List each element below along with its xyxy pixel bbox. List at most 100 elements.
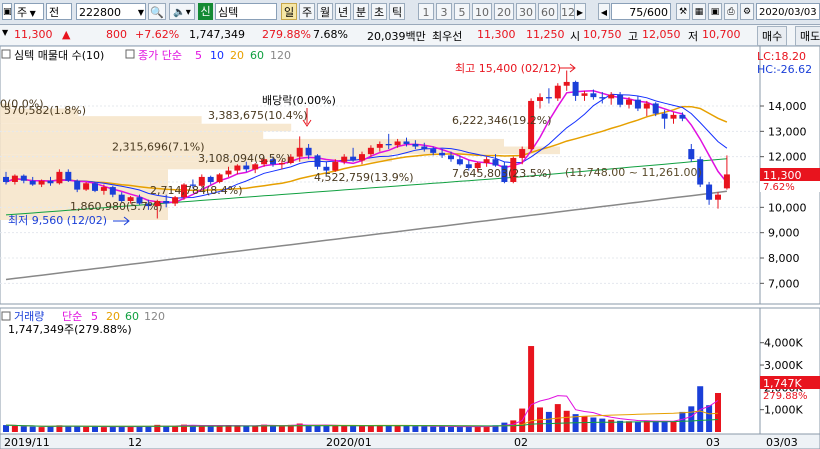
interval-scroll-button[interactable]: ▶	[574, 3, 586, 20]
candle-body	[430, 149, 437, 153]
volume-bar	[634, 421, 641, 432]
candle-body	[652, 103, 659, 114]
search-button[interactable]: 🔍	[148, 3, 166, 20]
speaker-icon: 🔈▾	[173, 7, 191, 18]
interval-button-3[interactable]: 10	[472, 3, 492, 20]
candle-body	[29, 180, 36, 185]
volume-bar	[501, 422, 508, 432]
interval-button-6[interactable]: 60	[538, 3, 558, 20]
period-button-2[interactable]: 월	[317, 3, 333, 20]
chart-icon: ▦	[694, 7, 704, 17]
ma-20: 20	[230, 49, 244, 62]
volume-ma-120: 120	[144, 310, 165, 323]
print-icon: ⎙	[727, 7, 735, 17]
chart-area[interactable]: 0(0.0%) 570,582(1.8%) 2,315,696(7.1%) 3,383…	[0, 46, 820, 449]
interval-button-4[interactable]: 20	[494, 3, 514, 20]
candle-body	[172, 197, 179, 204]
price-volume-chart[interactable]: 0(0.0%)570,582(1.8%)2,315,696(7.1%)3,383…	[0, 46, 820, 449]
volume-bar	[109, 426, 116, 432]
volume-bar	[688, 406, 695, 432]
interval-button-1[interactable]: 3	[436, 3, 452, 20]
volume-bar	[172, 426, 179, 432]
candle-body	[65, 171, 72, 181]
volume-bar	[65, 425, 72, 432]
candle-body	[626, 99, 632, 105]
lc-label: LC:18.20	[757, 50, 806, 63]
settings-button[interactable]: ⚙	[740, 3, 754, 20]
chart-button[interactable]: ▦	[692, 3, 706, 20]
volume-tag-text: 1,747K	[763, 377, 802, 390]
current-price: 11,300	[14, 28, 53, 41]
volume-bar	[421, 426, 428, 432]
volume-bar	[661, 421, 668, 432]
price-tick-label: 10,000	[768, 201, 807, 214]
tool-button[interactable]: ⚒	[676, 3, 690, 20]
legend-checkbox[interactable]	[1, 49, 11, 59]
volume-bar	[465, 426, 472, 432]
interval-button-5[interactable]: 30	[516, 3, 536, 20]
sound-button[interactable]: 🔈▾	[169, 3, 195, 20]
prev-button[interactable]: ◀	[598, 3, 610, 20]
volume-legend-checkbox[interactable]	[1, 311, 11, 321]
period-button-0[interactable]: 일	[281, 3, 297, 20]
candle-body	[403, 141, 410, 144]
date-field[interactable]: 2020/03/03	[756, 3, 820, 20]
candle-body	[421, 146, 428, 150]
interval-button-2[interactable]: 5	[454, 3, 470, 20]
volume-bar	[394, 425, 401, 432]
candle-body	[385, 144, 392, 146]
candle-body	[599, 97, 606, 99]
candle-body	[74, 180, 81, 190]
period-select[interactable]: 전	[46, 3, 72, 20]
candle-body	[341, 156, 348, 162]
ex-dividend-label: 배당락(0.00%)	[262, 94, 336, 107]
period-button-3[interactable]: 년	[335, 3, 351, 20]
buy-button[interactable]: 매수	[757, 26, 788, 46]
best-label: 최우선	[432, 30, 463, 43]
candle-body	[634, 99, 641, 109]
candle-body	[243, 165, 250, 170]
period-button-5[interactable]: 초	[371, 3, 387, 20]
volume-bar	[626, 421, 632, 432]
volume-bar	[599, 418, 606, 432]
period-button-6[interactable]: 틱	[389, 3, 405, 20]
high-value: 12,050	[642, 28, 681, 41]
x-label-current-date: 03/03	[766, 436, 798, 449]
low-value: 10,700	[702, 28, 741, 41]
volume-pct-tag-text: 279.88%	[763, 391, 808, 402]
x-label-02: 02	[514, 436, 528, 449]
candle-body	[296, 147, 303, 157]
sell-button[interactable]: 매도	[795, 26, 820, 46]
volume-bar	[367, 425, 374, 432]
market-select[interactable]: ▣	[2, 3, 12, 20]
volume-bar	[590, 417, 597, 432]
period-button-1[interactable]: 주	[299, 3, 315, 20]
volume-bar	[47, 426, 54, 432]
candle-body	[715, 194, 721, 200]
volume-bar	[207, 425, 214, 432]
price-tick-label: 13,000	[768, 125, 807, 138]
bar-count-input[interactable]: 75/600	[611, 3, 671, 20]
market-code-select[interactable]: 주 ▼	[14, 3, 44, 20]
period-button-4[interactable]: 분	[353, 3, 369, 20]
candle-body	[47, 180, 54, 184]
interval-button-0[interactable]: 1	[418, 3, 434, 20]
volume-bar	[359, 425, 365, 432]
print-button[interactable]: ⎙	[724, 3, 738, 20]
volume-ma-5: 5	[91, 310, 98, 323]
ma-10: 10	[210, 49, 224, 62]
volume-bar	[83, 426, 90, 432]
stock-code-input[interactable]: 222800 ▼	[76, 3, 146, 20]
candle-body	[163, 201, 170, 204]
change-arrow: ▲	[62, 28, 71, 41]
volume-value: 1,747,349	[189, 28, 245, 41]
volume-bar	[145, 426, 152, 432]
volume-profile-label: 6,222,346(19.2%)	[452, 114, 552, 127]
ma-legend-checkbox[interactable]	[125, 49, 135, 59]
save-button[interactable]: ▣	[708, 3, 722, 20]
wrench-icon: ⚒	[678, 7, 688, 17]
stock-name-field[interactable]: 심텍	[215, 3, 277, 20]
volume-tick-label: 4,000K	[764, 337, 803, 350]
volume-bar	[38, 427, 45, 432]
x-axis-panel	[0, 433, 820, 449]
